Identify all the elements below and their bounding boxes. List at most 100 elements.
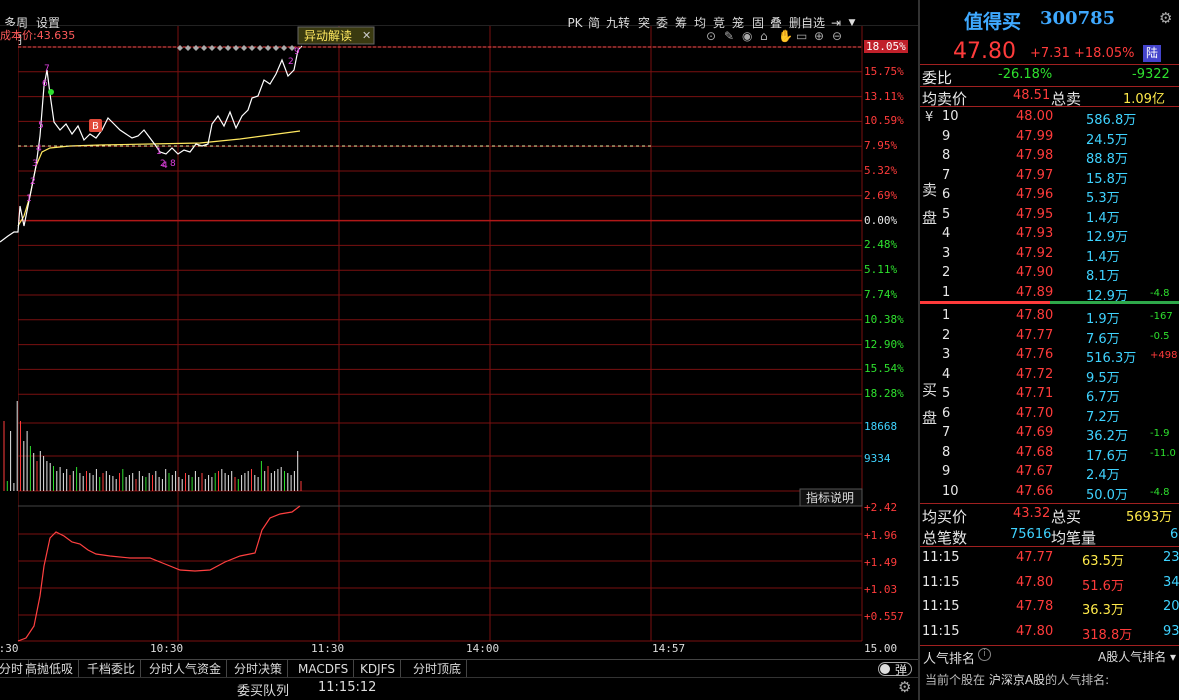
ask-level[interactable]: 7 47.97 15.8万 [920, 167, 1179, 187]
bid-level[interactable]: 6 47.70 7.2万 [920, 405, 1179, 425]
nine-turn-marker: 3 [32, 159, 38, 169]
popularity-text: 当前个股在 沪深京A股的人气排名: [925, 673, 1110, 687]
avg-buy-row: 均买价 43.32 总买 5693万 [922, 506, 1173, 526]
nine-turn-marker: 9 [294, 47, 300, 57]
nine-turn-marker: 4 [162, 161, 168, 171]
ask-level[interactable]: 1 47.89 12.9万 -4.8 [920, 284, 1179, 304]
bid-level[interactable]: 7 47.69 36.2万 -1.9 [920, 424, 1179, 444]
tab-dingdi[interactable]: 分时顶底 [408, 660, 468, 678]
tab-kdjfs[interactable]: KDJFS [355, 660, 401, 678]
queue-label[interactable]: 委买队列 [237, 680, 289, 699]
signal-dot [48, 89, 54, 95]
bid-level[interactable]: 8 47.68 17.6万 -11.0 [920, 444, 1179, 464]
close-icon[interactable]: ✕ [362, 29, 371, 42]
nine-turn-marker: 6 [42, 79, 48, 89]
nine-turn-marker: 2 [30, 177, 36, 187]
ind-axis-label: +0.557 [864, 610, 904, 623]
cost-price-label: 成本价:43.635 [0, 28, 75, 42]
popularity-title: 人气排名 [923, 652, 976, 667]
intraday-chart[interactable]: 成本价:43.635 ⊙ ✎ ◉ ⌂ ✋ ▭ ⊕ ⊖ 异动解读 ✕ 7654321124 829… [0, 26, 918, 659]
trade-tick: 11:15 47.78 36.3万 20 [922, 599, 1179, 618]
pct-axis-label: 5.11% [864, 263, 898, 277]
chart-tool-icon[interactable]: ◉ [742, 29, 752, 43]
chart-toolbar: 多周期 设置 PK 简 九转 突 委 筹 均 竞 笼 固 叠 删自选 ⇥ ▼ [0, 7, 918, 47]
pct-axis-label: 13.11% [864, 89, 904, 103]
chart-tool-icon[interactable]: ✋ [778, 29, 793, 43]
ask-level[interactable]: 9 47.99 24.5万 [920, 128, 1179, 148]
tab-qiandang[interactable]: 千档委比 [82, 660, 142, 678]
nine-turn-marker: 8 [170, 159, 176, 169]
indicator-info-button[interactable]: 指标说明 [806, 490, 854, 505]
ind-axis-label: 15.00 [864, 642, 898, 655]
nine-turn-marker: 5 [38, 121, 44, 131]
ind-axis-label: +1.49 [864, 556, 898, 569]
change-pct: +18.05% [1074, 46, 1135, 61]
pct-axis-label: 2.48% [864, 238, 898, 252]
top-strip [0, 0, 918, 7]
chart-tool-icon[interactable]: ✎ [724, 29, 734, 43]
pct-axis-label: 0.00% [864, 213, 898, 227]
stock-name: 值得买 [964, 11, 1022, 33]
pct-axis-label: 15.75% [864, 64, 904, 78]
gear-icon[interactable]: ⚙ [898, 678, 911, 696]
toggle-knob [880, 664, 890, 674]
ask-level[interactable]: 2 47.90 8.1万 [920, 264, 1179, 284]
chart-tool-icon[interactable]: ⌂ [760, 29, 768, 43]
chart-tool-icon[interactable]: ▭ [796, 29, 807, 43]
nine-turn-marker: 2 [288, 57, 294, 67]
stock-code: 300785 [1040, 8, 1116, 29]
status-bar: 委买队列 11:15:12 ⚙ [0, 677, 918, 700]
tab-renqi[interactable]: 分时人气资金 [144, 660, 228, 678]
ind-axis-label: +2.42 [864, 501, 898, 514]
bid-level[interactable]: 9 47.67 2.4万 [920, 463, 1179, 483]
total-trades-row: 总笔数 75616 均笔量 6 [922, 527, 1179, 547]
settings-icon[interactable]: ⚙ [1159, 9, 1172, 27]
pct-axis-label: 18.28% [864, 387, 904, 401]
nine-turn-marker: 7 [44, 64, 50, 74]
pct-axis-label: 5.32% [864, 164, 898, 177]
pct-axis-label: 15.54% [864, 362, 904, 376]
toggle-label: 弹 [895, 663, 908, 677]
vol-axis-label: 18668 [864, 420, 898, 433]
bid-level[interactable]: 3 47.76 516.3万 +498 [920, 346, 1179, 366]
hk-connect-badge: 陆 [1143, 45, 1161, 62]
ask-level[interactable]: 4 47.93 12.9万 [920, 225, 1179, 245]
bid-level[interactable]: 5 47.71 6.7万 [920, 385, 1179, 405]
quote-panel: 值得买 300785 ⚙ 47.80 +7.31 +18.05% 陆 委比 -2… [918, 0, 1179, 700]
indicator-line [17, 505, 301, 642]
bid-level[interactable]: 4 47.72 9.5万 [920, 366, 1179, 386]
ask-level[interactable]: 8 47.98 88.8万 [920, 147, 1179, 167]
time-label: 14:57 [652, 642, 686, 655]
nine-turn-marker: 4 [36, 144, 42, 154]
weibi-row: 委比 -26.18% -9322 [922, 67, 1170, 87]
nine-turn-marker: 1 [156, 147, 162, 157]
ask-level[interactable]: 5 47.95 1.4万 [920, 206, 1179, 226]
popularity-select[interactable]: A股人气排名 ▾ [1098, 648, 1176, 665]
tab-juece[interactable]: 分时决策 [229, 660, 289, 678]
tab-gaopao[interactable]: 高抛低吸 [20, 660, 80, 678]
buy-signal-label: B [92, 121, 99, 132]
bid-level[interactable]: 2 47.77 7.6万 -0.5 [920, 327, 1179, 347]
pct-axis-label: 12.90% [864, 337, 904, 351]
chart-tool-icon[interactable]: ⊙ [706, 29, 716, 43]
ask-level[interactable]: 10 48.00 586.8万 [920, 108, 1179, 128]
avg-price-line [17, 130, 301, 227]
time-label: 14:00 [466, 642, 500, 655]
bid-level[interactable]: 10 47.66 50.0万 -4.8 [920, 483, 1179, 503]
change-value: +7.31 [1030, 46, 1070, 61]
pct-axis-label: 7.95% [864, 139, 898, 153]
yidong-tag[interactable]: 异动解读 [304, 29, 352, 43]
trade-tick: 11:15 47.77 63.5万 23 [922, 550, 1179, 569]
time-label: 9:30 [0, 642, 19, 655]
ind-axis-label: +1.03 [864, 583, 898, 596]
trade-tick: 11:15 47.80 318.8万 93 [922, 623, 1179, 643]
tab-macdfs[interactable]: MACDFS [293, 660, 355, 678]
chart-tool-icon[interactable]: ⊕ [814, 29, 824, 43]
bid-level[interactable]: 1 47.80 1.9万 -167 [920, 307, 1179, 327]
ask-level[interactable]: 3 47.92 1.4万 [920, 245, 1179, 265]
ask-level[interactable]: 6 47.96 5.3万 [920, 186, 1179, 206]
time-label: 10:30 [150, 642, 184, 655]
info-icon[interactable]: i [978, 648, 991, 661]
chart-tool-icon[interactable]: ⊖ [832, 29, 842, 43]
pct-axis-label: 7.74% [864, 288, 898, 301]
